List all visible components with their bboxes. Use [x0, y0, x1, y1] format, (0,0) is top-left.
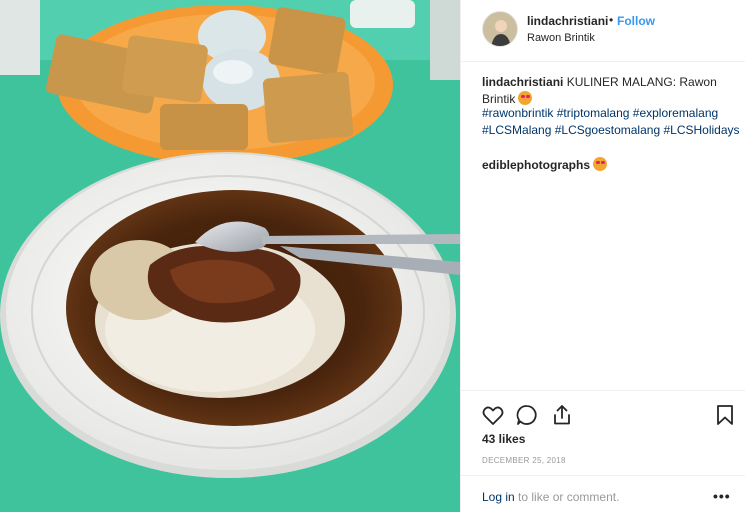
separator-dot: • — [609, 13, 614, 27]
avatar[interactable] — [482, 11, 518, 47]
login-link[interactable]: Log in — [482, 490, 515, 504]
heart-icon[interactable] — [481, 403, 505, 427]
hashtag-link[interactable]: #triptomalang — [557, 106, 630, 120]
comment-footer: Log in to like or comment. ••• — [461, 475, 745, 512]
post-caption: lindachristiani KULINER MALANG: Rawon Br… — [482, 74, 737, 107]
speech-bubble-icon[interactable] — [515, 403, 539, 427]
comment-item: ediblephotographs — [482, 157, 607, 172]
location-link[interactable]: Rawon Brintik — [527, 32, 595, 44]
hashtag-link[interactable]: #LCSgoestomalang — [555, 123, 660, 137]
post-date: DECEMBER 25, 2018 — [482, 456, 566, 465]
more-options-icon[interactable]: ••• — [713, 488, 731, 504]
bookmark-icon[interactable] — [713, 403, 737, 427]
heart-eyes-emoji-icon — [593, 157, 607, 171]
action-bar — [461, 390, 745, 430]
hashtag-link[interactable]: #exploremalang — [633, 106, 718, 120]
hashtag-link[interactable]: #LCSMalang — [482, 123, 551, 137]
heart-eyes-emoji-icon — [518, 90, 533, 105]
post-side-panel: lindachristiani • Follow Rawon Brintik l… — [460, 0, 745, 512]
login-prompt: Log in to like or comment. — [482, 490, 619, 504]
hashtag-link[interactable]: #rawonbrintik — [482, 106, 553, 120]
login-prompt-text: to like or comment. — [514, 490, 620, 504]
avatar-image — [483, 12, 517, 46]
username-link[interactable]: lindachristiani — [527, 14, 608, 28]
follow-button[interactable]: Follow — [617, 14, 655, 28]
hashtag-list: #rawonbrintik #triptomalang #exploremala… — [482, 105, 742, 138]
share-upload-icon[interactable] — [550, 403, 574, 427]
caption-username[interactable]: lindachristiani — [482, 75, 563, 89]
post-photo[interactable] — [0, 0, 460, 512]
rawon-food-photo — [0, 0, 460, 512]
hashtag-link[interactable]: #LCSHolidays — [663, 123, 739, 137]
post-header: lindachristiani • Follow Rawon Brintik — [461, 0, 745, 62]
likes-count[interactable]: 43 likes — [482, 432, 525, 446]
comment-username[interactable]: ediblephotographs — [482, 158, 590, 172]
